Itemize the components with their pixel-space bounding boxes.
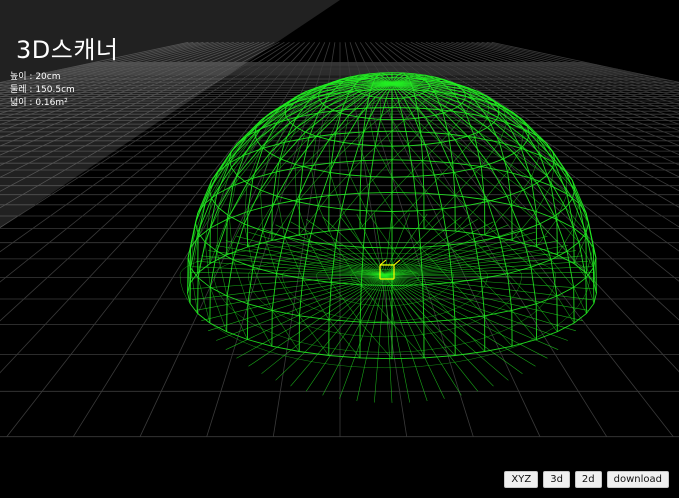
measurement-panel: 높이 : 20cm 둘레 : 150.5cm 넓이 : 0.16m² bbox=[10, 71, 75, 110]
stat-circumference: 둘레 : 150.5cm bbox=[10, 85, 75, 95]
app-title: 3D스캐너 bbox=[16, 36, 119, 64]
view-3d-button[interactable]: 3d bbox=[543, 471, 570, 488]
stat-height-label: 높이 bbox=[10, 72, 27, 82]
stat-area-value: 0.16m² bbox=[35, 98, 68, 108]
download-button[interactable]: download bbox=[606, 471, 669, 488]
stat-circumference-label: 둘레 bbox=[10, 85, 27, 95]
stat-circumference-value: 150.5cm bbox=[35, 85, 75, 95]
3d-viewport[interactable] bbox=[0, 0, 679, 498]
dome-wireframe-mesh bbox=[179, 72, 597, 403]
stat-area-label: 넓이 bbox=[10, 98, 27, 108]
stat-area: 넓이 : 0.16m² bbox=[10, 98, 68, 108]
xyz-button[interactable]: XYZ bbox=[504, 471, 539, 488]
scene-canvas[interactable] bbox=[0, 0, 679, 498]
view-toolbar: XYZ 3d 2d download bbox=[504, 471, 669, 488]
stat-height-value: 20cm bbox=[35, 72, 61, 82]
view-2d-button[interactable]: 2d bbox=[574, 471, 602, 488]
stat-height: 높이 : 20cm bbox=[10, 72, 61, 82]
